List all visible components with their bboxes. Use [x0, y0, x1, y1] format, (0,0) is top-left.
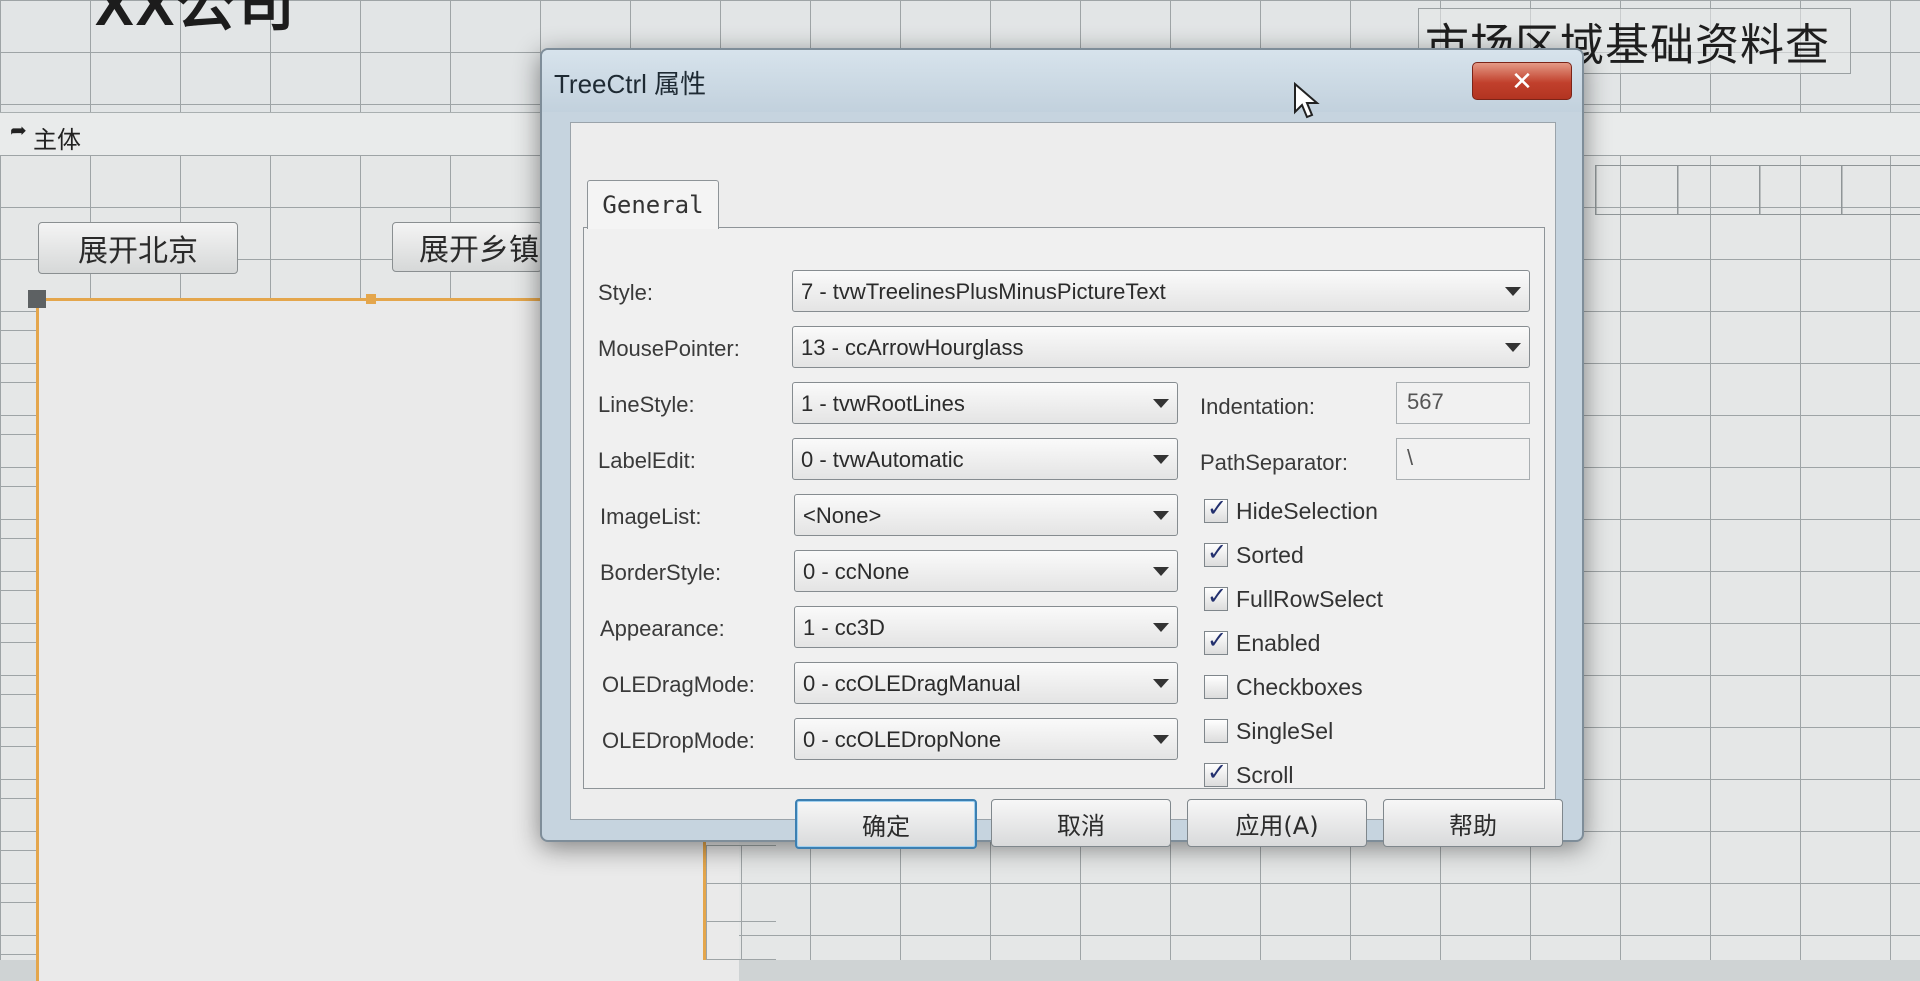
oledropmode-label: OLEDropMode:	[602, 728, 755, 753]
check-icon: ✓	[1207, 583, 1228, 610]
resize-handle-icon[interactable]	[28, 290, 46, 308]
checkbox-box[interactable]: ✓	[1204, 759, 1228, 787]
pathseparator-label: PathSeparator:	[1200, 450, 1348, 475]
chevron-down-icon	[1153, 735, 1169, 744]
checkbox-box[interactable]: ✓	[1204, 495, 1228, 523]
chevron-down-icon	[1505, 287, 1521, 296]
chevron-down-icon	[1153, 399, 1169, 408]
appearance-label: Appearance:	[600, 616, 725, 641]
appearance-select[interactable]: 1 - cc3D	[794, 606, 1178, 648]
oledragmode-select[interactable]: 0 - ccOLEDragManual	[794, 662, 1178, 704]
treectrl-properties-dialog: TreeCtrl 属性 ✕ General Style: MousePointe…	[540, 48, 1584, 849]
indentation-label: Indentation:	[1200, 394, 1315, 419]
pathseparator-field[interactable]: \	[1396, 438, 1530, 480]
checkbox-box[interactable]	[1204, 719, 1228, 743]
check-icon: ✓	[1207, 495, 1228, 522]
labeledit-value: 0 - tvwAutomatic	[801, 447, 964, 472]
labeledit-label: LabelEdit:	[598, 448, 696, 473]
mousepointer-select[interactable]: 13 - ccArrowHourglass	[792, 326, 1530, 368]
style-label: Style:	[598, 280, 654, 305]
chevron-down-icon	[1153, 679, 1169, 688]
fullrowselect-checkbox[interactable]: ✓ FullRowSelect	[1204, 582, 1383, 616]
borderstyle-value: 0 - ccNone	[803, 559, 910, 584]
oledropmode-value: 0 - ccOLEDropNone	[803, 727, 1002, 752]
imagelist-label: ImageList:	[600, 504, 702, 529]
dialog-title: TreeCtrl 属性	[554, 69, 707, 99]
check-icon: ✓	[1207, 627, 1228, 654]
chevron-down-icon	[1153, 567, 1169, 576]
labeledit-select[interactable]: 0 - tvwAutomatic	[792, 438, 1178, 480]
hideselection-label: HideSelection	[1236, 497, 1378, 524]
checkbox-box[interactable]: ✓	[1204, 583, 1228, 611]
oledragmode-label: OLEDragMode:	[602, 672, 755, 697]
oledragmode-value: 0 - ccOLEDragManual	[803, 671, 1021, 696]
lower-grid	[706, 845, 776, 960]
dialog-titlebar[interactable]: TreeCtrl 属性 ✕	[542, 50, 1582, 112]
general-tab-page: Style: MousePointer: LineStyle: LabelEdi…	[583, 227, 1545, 789]
checkbox-box[interactable]: ✓	[1204, 539, 1228, 567]
company-title[interactable]: XX公司	[95, 0, 296, 42]
expand-township-button[interactable]: 展开乡镇	[392, 222, 542, 272]
section-arrow-icon: ➦	[10, 120, 27, 142]
resize-handle-icon[interactable]	[366, 294, 376, 304]
checkbox-box[interactable]	[1204, 675, 1228, 699]
borderstyle-select[interactable]: 0 - ccNone	[794, 550, 1178, 592]
indentation-field[interactable]: 567	[1396, 382, 1530, 424]
help-button[interactable]: 帮助	[1383, 799, 1563, 847]
borderstyle-label: BorderStyle:	[600, 560, 722, 585]
singlesel-label: SingleSel	[1236, 717, 1334, 744]
linestyle-value: 1 - tvwRootLines	[801, 391, 965, 416]
style-value: 7 - tvwTreelinesPlusMinusPictureText	[801, 279, 1166, 304]
checkboxes-label: Checkboxes	[1236, 673, 1363, 700]
expand-beijing-button[interactable]: 展开北京	[38, 222, 238, 274]
oledropmode-select[interactable]: 0 - ccOLEDropNone	[794, 718, 1178, 760]
hideselection-checkbox[interactable]: ✓ HideSelection	[1204, 494, 1378, 528]
singlesel-checkbox[interactable]: SingleSel	[1204, 714, 1333, 748]
style-select[interactable]: 7 - tvwTreelinesPlusMinusPictureText	[792, 270, 1530, 312]
check-icon: ✓	[1207, 539, 1228, 566]
scroll-label: Scroll	[1236, 761, 1294, 788]
ok-button[interactable]: 确定	[795, 799, 977, 849]
dialog-client-area: General Style: MousePointer: LineStyle: …	[570, 122, 1563, 849]
appearance-value: 1 - cc3D	[803, 615, 885, 640]
mousepointer-label: MousePointer:	[598, 336, 740, 361]
apply-button[interactable]: 应用(A)	[1187, 799, 1367, 847]
check-icon: ✓	[1207, 759, 1228, 786]
mousepointer-value: 13 - ccArrowHourglass	[801, 335, 1024, 360]
imagelist-value: <None>	[803, 503, 882, 528]
linestyle-select[interactable]: 1 - tvwRootLines	[792, 382, 1178, 424]
cancel-button[interactable]: 取消	[991, 799, 1171, 847]
scroll-checkbox[interactable]: ✓ Scroll	[1204, 758, 1294, 788]
imagelist-select[interactable]: <None>	[794, 494, 1178, 536]
sorted-checkbox[interactable]: ✓ Sorted	[1204, 538, 1304, 572]
enabled-label: Enabled	[1236, 629, 1321, 656]
close-button[interactable]: ✕	[1472, 62, 1572, 100]
fullrowselect-label: FullRowSelect	[1236, 585, 1383, 612]
linestyle-label: LineStyle:	[598, 392, 695, 417]
close-icon: ✕	[1511, 65, 1533, 96]
section-label: 主体	[33, 127, 81, 154]
sorted-label: Sorted	[1236, 541, 1304, 568]
tab-general[interactable]: General	[587, 180, 719, 229]
mouse-cursor-icon	[1294, 82, 1320, 119]
checkboxes-checkbox[interactable]: Checkboxes	[1204, 670, 1363, 704]
chevron-down-icon	[1153, 623, 1169, 632]
chevron-down-icon	[1153, 511, 1169, 520]
checkbox-box[interactable]: ✓	[1204, 627, 1228, 655]
chevron-down-icon	[1153, 455, 1169, 464]
left-grid-column	[0, 330, 37, 960]
chevron-down-icon	[1505, 343, 1521, 352]
enabled-checkbox[interactable]: ✓ Enabled	[1204, 626, 1320, 660]
right-grid-cells	[1595, 165, 1920, 215]
